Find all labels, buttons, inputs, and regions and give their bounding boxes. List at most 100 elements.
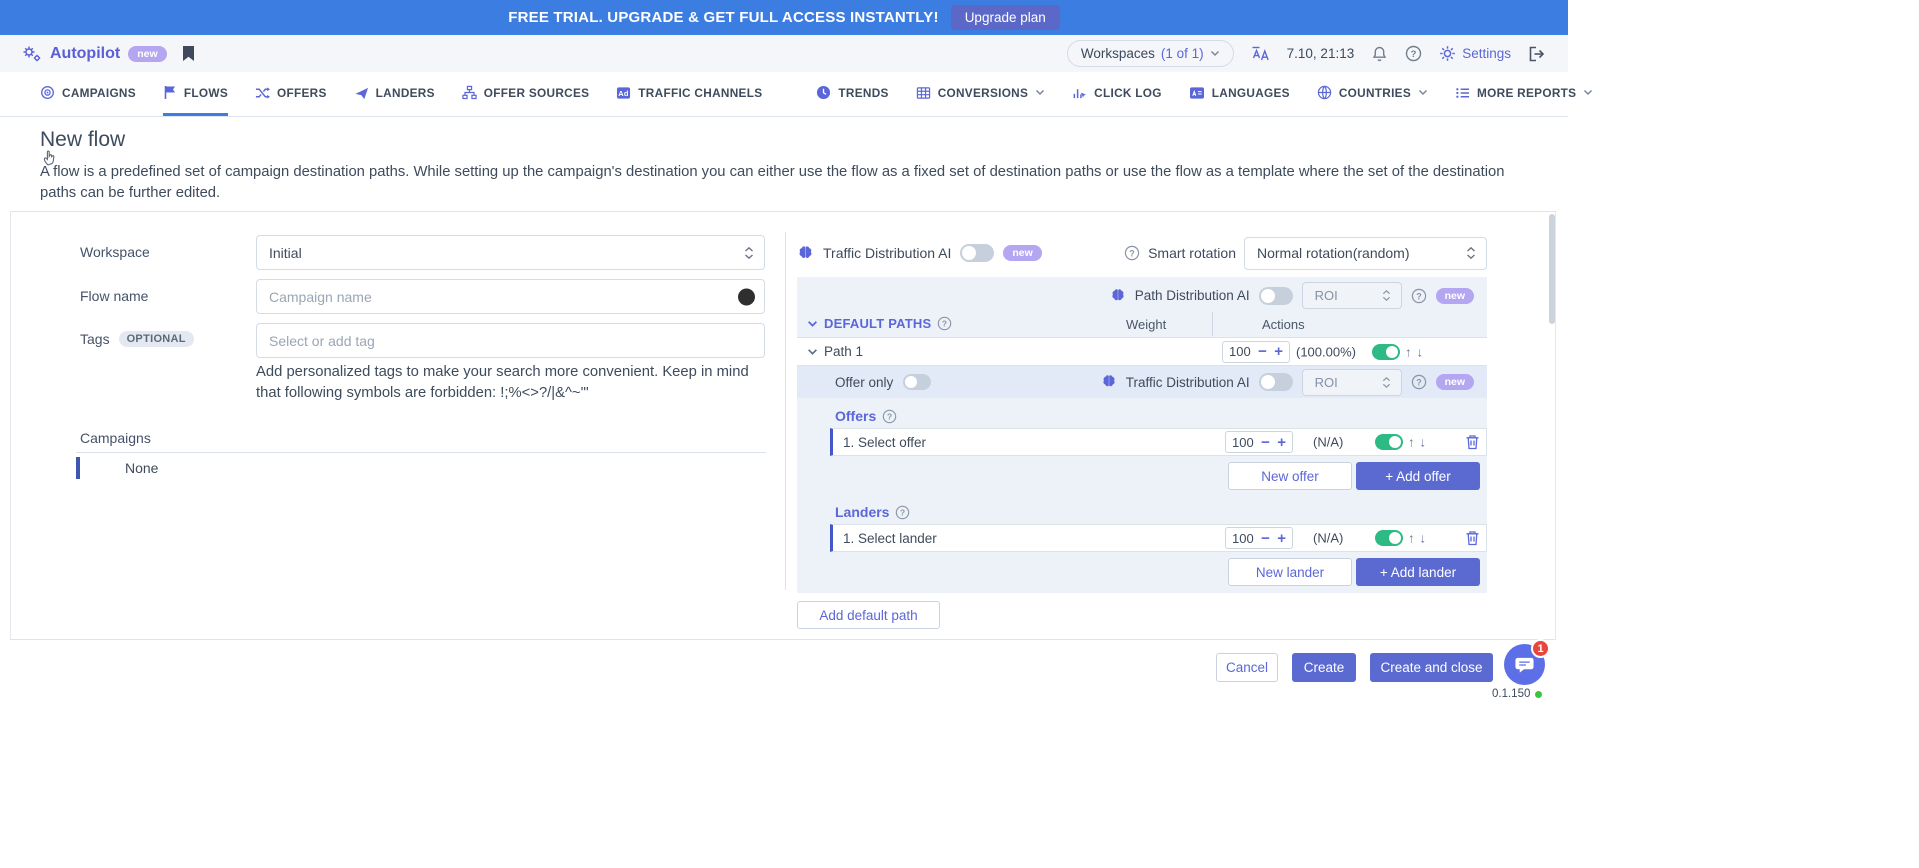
add-lander-button[interactable]: + Add lander bbox=[1356, 558, 1480, 586]
workspace-value: Initial bbox=[269, 245, 744, 261]
offer-weight-percent: (N/A) bbox=[1313, 435, 1343, 450]
weight-plus-button[interactable]: + bbox=[1277, 435, 1286, 450]
tab-label: CONVERSIONS bbox=[938, 86, 1028, 100]
tags-label-row: Tags OPTIONAL bbox=[80, 331, 194, 347]
move-up-arrow[interactable]: ↑ bbox=[1408, 435, 1415, 450]
chevron-down-icon[interactable] bbox=[807, 320, 818, 328]
lander-enabled-toggle[interactable] bbox=[1375, 530, 1403, 546]
clock-icon bbox=[816, 85, 831, 100]
color-dot[interactable] bbox=[738, 288, 755, 305]
translate-icon[interactable] bbox=[1251, 45, 1270, 62]
tab-trends[interactable]: TRENDS bbox=[816, 72, 888, 116]
move-down-arrow[interactable]: ↓ bbox=[1417, 344, 1424, 359]
logout-icon[interactable] bbox=[1528, 46, 1546, 62]
paper-plane-icon bbox=[354, 86, 369, 100]
weight-minus-button[interactable]: − bbox=[1261, 531, 1270, 546]
move-up-arrow[interactable]: ↑ bbox=[1408, 531, 1415, 546]
chat-icon bbox=[1514, 655, 1535, 675]
tab-flows[interactable]: FLOWS bbox=[163, 72, 228, 116]
tab-landers[interactable]: LANDERS bbox=[354, 72, 435, 116]
tab-countries[interactable]: COUNTRIES bbox=[1317, 72, 1428, 116]
main-nav: CAMPAIGNS FLOWS OFFERS LANDERS OFFER SOU… bbox=[0, 72, 1568, 117]
roi-select[interactable]: ROI bbox=[1302, 369, 1402, 396]
tab-offers[interactable]: OFFERS bbox=[255, 72, 327, 116]
path-enabled-toggle[interactable] bbox=[1372, 344, 1400, 360]
offer-name[interactable]: 1. Select offer bbox=[843, 435, 926, 450]
autopilot-brand[interactable]: Autopilot new bbox=[22, 45, 167, 63]
path-weight-control: 100 − + bbox=[1222, 341, 1290, 363]
lander-weight-percent: (N/A) bbox=[1313, 531, 1343, 546]
new-lander-button[interactable]: New lander bbox=[1228, 558, 1352, 586]
chevron-down-icon[interactable] bbox=[807, 348, 818, 356]
weight-minus-button[interactable]: − bbox=[1258, 344, 1267, 359]
workspace-select[interactable]: Initial bbox=[256, 235, 765, 270]
chat-widget-button[interactable]: 1 bbox=[1504, 644, 1545, 685]
new-offer-button[interactable]: New offer bbox=[1228, 462, 1352, 490]
smart-rotation-select[interactable]: Normal rotation(random) bbox=[1244, 237, 1487, 270]
flow-name-label: Flow name bbox=[80, 288, 148, 304]
add-default-path-button[interactable]: Add default path bbox=[797, 601, 940, 629]
offer-weight-value[interactable]: 100 bbox=[1232, 435, 1254, 450]
weight-plus-button[interactable]: + bbox=[1274, 344, 1283, 359]
bell-icon[interactable] bbox=[1371, 45, 1388, 63]
help-circle-icon[interactable]: ? bbox=[1411, 288, 1427, 304]
traffic-ai-toggle[interactable] bbox=[960, 244, 994, 262]
path-name: Path 1 bbox=[824, 344, 863, 359]
tab-conversions[interactable]: CONVERSIONS bbox=[916, 72, 1045, 116]
help-circle-icon[interactable]: ? bbox=[1124, 245, 1140, 261]
trash-icon[interactable] bbox=[1465, 434, 1480, 450]
roi-select[interactable]: ROI bbox=[1302, 282, 1402, 309]
gears-icon bbox=[22, 45, 42, 63]
lander-row: 1. Select lander 100 − + (N/A) ↑ ↓ bbox=[830, 524, 1487, 552]
create-button[interactable]: Create bbox=[1292, 653, 1356, 682]
create-and-close-button[interactable]: Create and close bbox=[1370, 653, 1493, 682]
tab-click-log[interactable]: CLICK LOG bbox=[1072, 72, 1162, 116]
help-circle-icon[interactable]: ? bbox=[882, 409, 897, 424]
help-circle-icon[interactable]: ? bbox=[937, 316, 952, 331]
settings-label: Settings bbox=[1462, 46, 1511, 61]
weight-plus-button[interactable]: + bbox=[1277, 531, 1286, 546]
help-circle-icon[interactable]: ? bbox=[895, 505, 910, 520]
tab-more-reports[interactable]: MORE REPORTS bbox=[1455, 72, 1593, 116]
add-offer-button[interactable]: + Add offer bbox=[1356, 462, 1480, 490]
tab-offer-sources[interactable]: OFFER SOURCES bbox=[462, 72, 590, 116]
move-up-arrow[interactable]: ↑ bbox=[1405, 344, 1412, 359]
bookmark-icon[interactable] bbox=[181, 45, 196, 62]
move-down-arrow[interactable]: ↓ bbox=[1420, 531, 1427, 546]
path-weight-percent: (100.00%) bbox=[1296, 344, 1356, 359]
list-icon bbox=[1455, 86, 1470, 100]
campaigns-row: None bbox=[76, 452, 766, 479]
lander-buttons-row: New lander + Add lander bbox=[797, 558, 1480, 586]
smart-rotation-label: Smart rotation bbox=[1148, 245, 1236, 261]
tags-label: Tags bbox=[80, 331, 110, 347]
flow-name-field bbox=[256, 279, 765, 314]
workspaces-dropdown[interactable]: Workspaces (1 of 1) bbox=[1067, 40, 1234, 67]
tab-label: CAMPAIGNS bbox=[62, 86, 136, 100]
tab-label: OFFERS bbox=[277, 86, 327, 100]
path-ai-toggle[interactable] bbox=[1259, 287, 1293, 305]
tab-languages[interactable]: LANGUAGES bbox=[1189, 72, 1290, 116]
help-circle-icon[interactable]: ? bbox=[1411, 374, 1427, 390]
cancel-button[interactable]: Cancel bbox=[1216, 653, 1278, 682]
tab-traffic-channels[interactable]: Ad TRAFFIC CHANNELS bbox=[616, 72, 762, 116]
upgrade-plan-button[interactable]: Upgrade plan bbox=[951, 5, 1060, 30]
help-icon[interactable]: ? bbox=[1405, 45, 1422, 62]
path-traffic-ai-toggle[interactable] bbox=[1259, 373, 1293, 391]
offer-only-toggle[interactable] bbox=[903, 374, 931, 390]
trash-icon[interactable] bbox=[1465, 530, 1480, 546]
flow-name-input[interactable] bbox=[256, 279, 765, 314]
lander-name[interactable]: 1. Select lander bbox=[843, 531, 937, 546]
settings-button[interactable]: Settings bbox=[1439, 45, 1511, 62]
lander-weight-value[interactable]: 100 bbox=[1232, 531, 1254, 546]
weight-minus-button[interactable]: − bbox=[1261, 435, 1270, 450]
path-reorder-arrows: ↑ ↓ bbox=[1405, 344, 1423, 359]
tags-input[interactable] bbox=[256, 323, 765, 358]
path-weight-value[interactable]: 100 bbox=[1229, 344, 1251, 359]
move-down-arrow[interactable]: ↓ bbox=[1420, 435, 1427, 450]
offer-enabled-toggle[interactable] bbox=[1375, 434, 1403, 450]
tab-campaigns[interactable]: CAMPAIGNS bbox=[40, 72, 136, 116]
screen: FREE TRIAL. UPGRADE & GET FULL ACCESS IN… bbox=[0, 0, 1919, 868]
default-paths-label: DEFAULT PATHS bbox=[824, 316, 931, 331]
workspace-label: Workspace bbox=[80, 244, 150, 260]
scrollbar-thumb[interactable] bbox=[1549, 214, 1555, 324]
